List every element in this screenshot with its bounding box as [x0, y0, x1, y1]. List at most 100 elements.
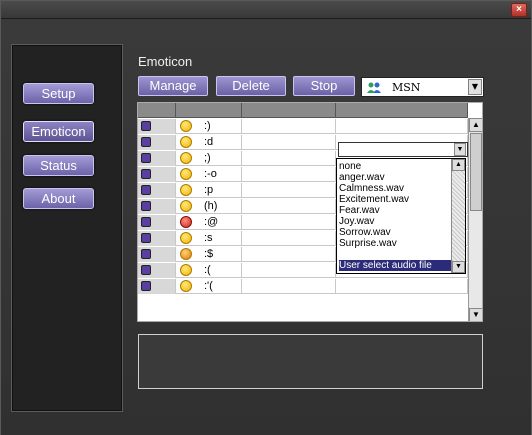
scroll-thumb[interactable]	[470, 133, 482, 211]
sidebar-item-status[interactable]: Status	[23, 155, 94, 176]
emoticon-row-icon	[141, 201, 151, 211]
header-cell	[336, 103, 468, 118]
emoticon-code: :)	[204, 120, 211, 132]
sound-cell[interactable]	[336, 279, 468, 294]
emoticon-code: :-o	[204, 168, 217, 180]
chevron-down-icon[interactable]: ▼	[468, 79, 482, 95]
sidebar-item-emoticon[interactable]: Emoticon	[23, 121, 94, 142]
dropdown-option[interactable]: Surprise.wav	[339, 238, 451, 249]
emoticon-code: :$	[204, 248, 214, 260]
emoticon-row-icon	[141, 153, 151, 163]
row-icon-cell	[138, 135, 176, 150]
dropdown-scrollbar[interactable]: ▲ ▼	[451, 159, 465, 273]
empty-cell[interactable]	[242, 215, 336, 230]
smiley-icon	[180, 120, 192, 132]
sound-cell[interactable]	[336, 119, 468, 134]
row-icon-cell	[138, 279, 176, 294]
emoticon-table: :) :d ;) :-o:p (h):@:s:$:(:'(▼ no…	[137, 102, 483, 322]
row-icon-cell	[138, 247, 176, 262]
emoticon-cell: :-o	[176, 167, 242, 182]
empty-cell[interactable]	[242, 167, 336, 182]
row-icon-cell	[138, 167, 176, 182]
table-row[interactable]: :)	[138, 119, 468, 134]
protocol-select-value: MSN	[392, 81, 421, 94]
emoticon-code: ;)	[204, 152, 211, 164]
scroll-down-icon[interactable]: ▼	[469, 308, 482, 321]
sad-smiley-icon	[180, 264, 192, 276]
dropdown-option[interactable]: none	[339, 161, 451, 172]
emoticon-cell: :s	[176, 231, 242, 246]
row-icon-cell	[138, 199, 176, 214]
app-window: × Setup Emoticon Status About Emoticon M…	[0, 0, 532, 435]
emoticon-cell: :d	[176, 135, 242, 150]
dropdown-option[interactable]: anger.wav	[339, 172, 451, 183]
emoticon-cell: :@	[176, 215, 242, 230]
scroll-up-icon[interactable]: ▲	[469, 118, 482, 132]
sound-dropdown-list[interactable]: none anger.wav Calmness.wav Excitement.w…	[336, 158, 466, 274]
chevron-down-icon[interactable]: ▼	[454, 143, 466, 156]
sound-combo-box[interactable]: ▼	[338, 142, 468, 157]
title-bar: ×	[1, 1, 531, 19]
emoticon-cell: (h)	[176, 199, 242, 214]
close-button[interactable]: ×	[511, 3, 527, 17]
emoticon-row-icon	[141, 217, 151, 227]
row-icon-cell	[138, 231, 176, 246]
empty-cell[interactable]	[242, 263, 336, 278]
dropdown-option[interactable]: Joy.wav	[339, 216, 451, 227]
header-cell	[176, 103, 242, 118]
emoticon-row-icon	[141, 233, 151, 243]
dropdown-option[interactable]: Fear.wav	[339, 205, 451, 216]
emoticon-code: :s	[204, 232, 213, 244]
emoticon-row-icon	[141, 265, 151, 275]
row-icon-cell	[138, 183, 176, 198]
dropdown-option[interactable]: Calmness.wav	[339, 183, 451, 194]
protocol-select[interactable]: MSN ▼	[361, 77, 484, 97]
sidebar: Setup Emoticon Status About	[11, 44, 123, 412]
delete-button[interactable]: Delete	[216, 76, 286, 96]
empty-cell[interactable]	[242, 247, 336, 262]
sidebar-item-setup[interactable]: Setup	[23, 83, 94, 104]
dropdown-option[interactable]: Excitement.wav	[339, 194, 451, 205]
dropdown-option-selected[interactable]: User select audio file	[339, 260, 451, 271]
smiley-icon	[180, 152, 192, 164]
scroll-down-icon[interactable]: ▼	[452, 261, 465, 273]
row-icon-cell	[138, 215, 176, 230]
cool-smiley-icon	[180, 200, 192, 212]
scroll-up-icon[interactable]: ▲	[452, 159, 465, 171]
dropdown-option[interactable]: Sorrow.wav	[339, 227, 451, 238]
emoticon-code: (h)	[204, 200, 218, 212]
emoticon-cell: :p	[176, 183, 242, 198]
emoticon-row-icon	[141, 137, 151, 147]
emoticon-code: :@	[204, 216, 219, 228]
page-title: Emoticon	[138, 54, 193, 69]
emoticon-row-icon	[141, 121, 151, 131]
table-row[interactable]: :'(	[138, 279, 468, 294]
header-cell	[138, 103, 176, 118]
emoticon-code: :'(	[204, 280, 213, 292]
sidebar-item-about[interactable]: About	[23, 188, 94, 209]
embarrassed-smiley-icon	[180, 248, 192, 260]
emoticon-row-icon	[141, 169, 151, 179]
empty-cell[interactable]	[242, 199, 336, 214]
emoticon-code: :(	[204, 264, 211, 276]
emoticon-cell: :)	[176, 119, 242, 134]
emoticon-cell: :$	[176, 247, 242, 262]
row-icon-cell	[138, 119, 176, 134]
empty-cell[interactable]	[242, 119, 336, 134]
table-scrollbar[interactable]: ▲ ▼	[468, 118, 482, 321]
empty-cell[interactable]	[242, 151, 336, 166]
smiley-icon	[180, 168, 192, 180]
empty-cell[interactable]	[242, 231, 336, 246]
smiley-icon	[180, 136, 192, 148]
empty-cell[interactable]	[242, 135, 336, 150]
emoticon-cell: :'(	[176, 279, 242, 294]
stop-button[interactable]: Stop	[293, 76, 355, 96]
empty-cell[interactable]	[242, 279, 336, 294]
smiley-icon	[180, 184, 192, 196]
manage-button[interactable]: Manage	[138, 76, 208, 96]
empty-cell[interactable]	[242, 183, 336, 198]
emoticon-cell: ;)	[176, 151, 242, 166]
header-cell	[242, 103, 336, 118]
angry-smiley-icon	[180, 216, 192, 228]
row-icon-cell	[138, 263, 176, 278]
